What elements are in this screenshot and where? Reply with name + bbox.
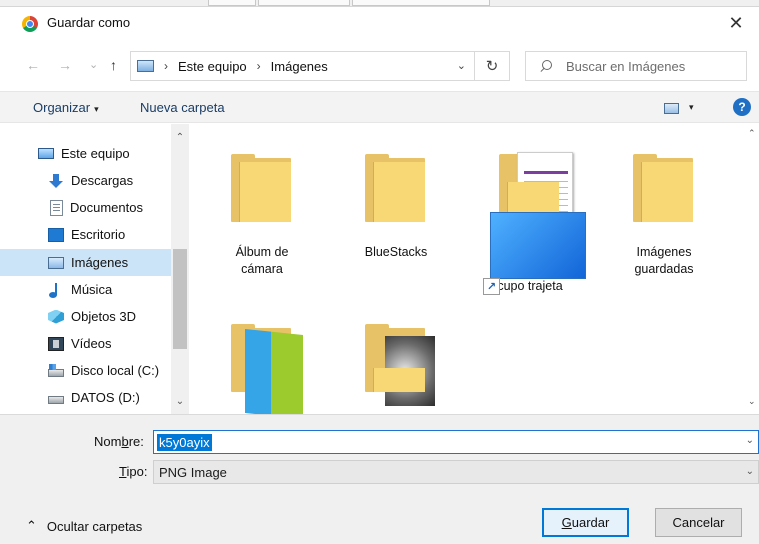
filename-value[interactable]: k5y0ayix — [157, 433, 212, 451]
download-icon — [48, 173, 64, 188]
organize-menu[interactable]: Organizar ▾ — [33, 100, 99, 115]
file-list-scrollbar[interactable]: ⌃ ⌄ — [748, 124, 759, 414]
sidebar-item-musica[interactable]: Música — [0, 276, 171, 303]
view-options-chevron-icon[interactable]: ▾ — [689, 102, 694, 113]
sidebar-scroll-thumb[interactable] — [173, 249, 187, 349]
folder-label: Imágenes guardadas — [634, 245, 694, 276]
file-list: Álbum de cámara BlueStacks documentos au… — [189, 124, 759, 420]
chevron-up-icon: ⌃ — [26, 518, 37, 533]
search-placeholder: Buscar en Imágenes — [566, 58, 686, 74]
refresh-button[interactable]: ↻ — [475, 51, 510, 81]
video-icon — [48, 336, 64, 351]
chevron-down-icon[interactable]: ⌄ — [746, 435, 754, 446]
desktop-shortcut-thumbnail[interactable] — [490, 212, 586, 279]
sidebar-item-disco-local[interactable]: Disco local (C:) — [0, 357, 171, 384]
sidebar-item-videos[interactable]: Vídeos — [0, 330, 171, 357]
desktop-icon — [48, 227, 64, 242]
sidebar-item-label: Disco local (C:) — [71, 363, 160, 378]
folder-icon — [231, 324, 303, 420]
hide-folders-label: Ocultar carpetas — [46, 518, 143, 534]
scroll-down-icon[interactable]: ⌄ — [748, 396, 756, 407]
scroll-up-icon[interactable]: ⌃ — [748, 128, 756, 139]
organize-label: Organizar — [33, 100, 91, 115]
save-options-panel: Nombre: k5y0ayix ⌄ Tipo: PNG Image ⌄ ⌃ O… — [0, 414, 759, 544]
breadcrumb-separator: › — [164, 59, 168, 73]
sidebar-item-label: Música — [71, 282, 113, 297]
shortcut-arrow-icon: ↗ — [483, 278, 500, 295]
filetype-label: Tipo: — [119, 464, 148, 479]
scroll-down-icon[interactable]: ⌄ — [171, 396, 189, 407]
sidebar-item-label: DATOS (D:) — [71, 390, 140, 405]
forward-arrow-icon[interactable]: → — [58, 57, 72, 73]
pictures-folder-icon — [137, 60, 154, 72]
hide-folders-button[interactable]: ⌃ Ocultar carpetas — [26, 518, 142, 534]
sidebar-item-label: Este equipo — [61, 146, 130, 161]
folder-label: BlueStacks — [364, 245, 428, 259]
filetype-value: PNG Image — [159, 464, 227, 480]
navigation-pane: Este equipo Descargas Documentos Escrito… — [0, 124, 189, 414]
chevron-down-icon: ▾ — [94, 104, 99, 114]
breadcrumb-separator[interactable]: › — [253, 59, 265, 73]
filename-input[interactable]: k5y0ayix ⌄ — [153, 430, 759, 454]
new-folder-button[interactable]: Nueva carpeta — [140, 100, 225, 115]
help-icon[interactable]: ? — [733, 98, 751, 116]
search-icon — [540, 60, 552, 72]
image-thumbnail — [245, 328, 303, 420]
sidebar-item-datos[interactable]: DATOS (D:) — [0, 384, 171, 411]
sidebar-item-label: Objetos 3D — [71, 309, 137, 324]
drive-icon — [48, 364, 64, 377]
folder-label: Álbum de cámara — [235, 245, 289, 276]
change-view-icon[interactable] — [664, 103, 679, 114]
navigation-bar: ← → ⌄ ↑ › Este equipo › Imágenes ⌄ ↻ Bus… — [0, 47, 759, 85]
chrome-icon — [22, 16, 38, 32]
sidebar-item-descargas[interactable]: Descargas — [0, 167, 171, 194]
sidebar-item-label: Vídeos — [71, 336, 112, 351]
filetype-select[interactable]: PNG Image ⌄ — [153, 460, 759, 484]
address-dropdown-icon[interactable]: ⌄ — [457, 59, 466, 72]
command-bar: Organizar ▾ Nueva carpeta ▾ ? — [0, 91, 759, 123]
back-arrow-icon[interactable]: ← — [26, 57, 40, 73]
folder-icon — [365, 324, 435, 406]
pictures-icon — [48, 256, 64, 269]
dialog-title: Guardar como — [47, 15, 131, 30]
music-icon — [48, 282, 64, 298]
sidebar-item-label: Documentos — [70, 200, 143, 215]
scroll-up-icon[interactable]: ⌃ — [171, 132, 189, 143]
close-button[interactable]: ✕ — [713, 7, 759, 39]
pc-icon — [38, 148, 54, 159]
sidebar-item-este-equipo[interactable]: Este equipo — [0, 140, 171, 167]
sidebar-item-escritorio[interactable]: Escritorio — [0, 221, 171, 248]
sidebar-item-documentos[interactable]: Documentos — [0, 194, 171, 221]
breadcrumb-este-equipo[interactable]: Este equipo — [178, 59, 247, 74]
folder-icon — [365, 154, 425, 222]
up-arrow-icon[interactable]: ↑ — [110, 57, 117, 73]
cancel-button[interactable]: Cancelar — [655, 508, 742, 537]
recent-locations-icon[interactable]: ⌄ — [89, 58, 98, 71]
address-bar[interactable]: › Este equipo › Imágenes ⌄ — [130, 51, 475, 81]
search-input[interactable]: Buscar en Imágenes — [525, 51, 747, 81]
chevron-down-icon[interactable]: ⌄ — [746, 466, 754, 477]
folder-icon — [633, 154, 693, 222]
save-as-dialog: Guardar como ✕ ← → ⌄ ↑ › Este equipo › I… — [0, 6, 759, 544]
cube-icon — [48, 309, 64, 324]
sidebar-item-imagenes[interactable]: Imágenes — [0, 249, 171, 276]
sidebar-scrollbar[interactable]: ⌃ ⌄ — [171, 124, 189, 414]
sidebar-item-objetos-3d[interactable]: Objetos 3D — [0, 303, 171, 330]
refresh-icon: ↻ — [485, 58, 499, 75]
filename-label: Nombre: — [94, 434, 144, 449]
sidebar-item-label: Escritorio — [71, 227, 126, 242]
breadcrumb-imagenes[interactable]: Imágenes — [271, 59, 328, 74]
sidebar-item-label: Descargas — [71, 173, 134, 188]
save-button[interactable]: Guardar — [542, 508, 629, 537]
title-bar: Guardar como ✕ — [0, 7, 759, 39]
sidebar-item-label: Imágenes — [71, 255, 129, 270]
drive-icon — [48, 396, 64, 404]
folder-icon — [231, 154, 291, 222]
document-icon — [50, 199, 63, 216]
